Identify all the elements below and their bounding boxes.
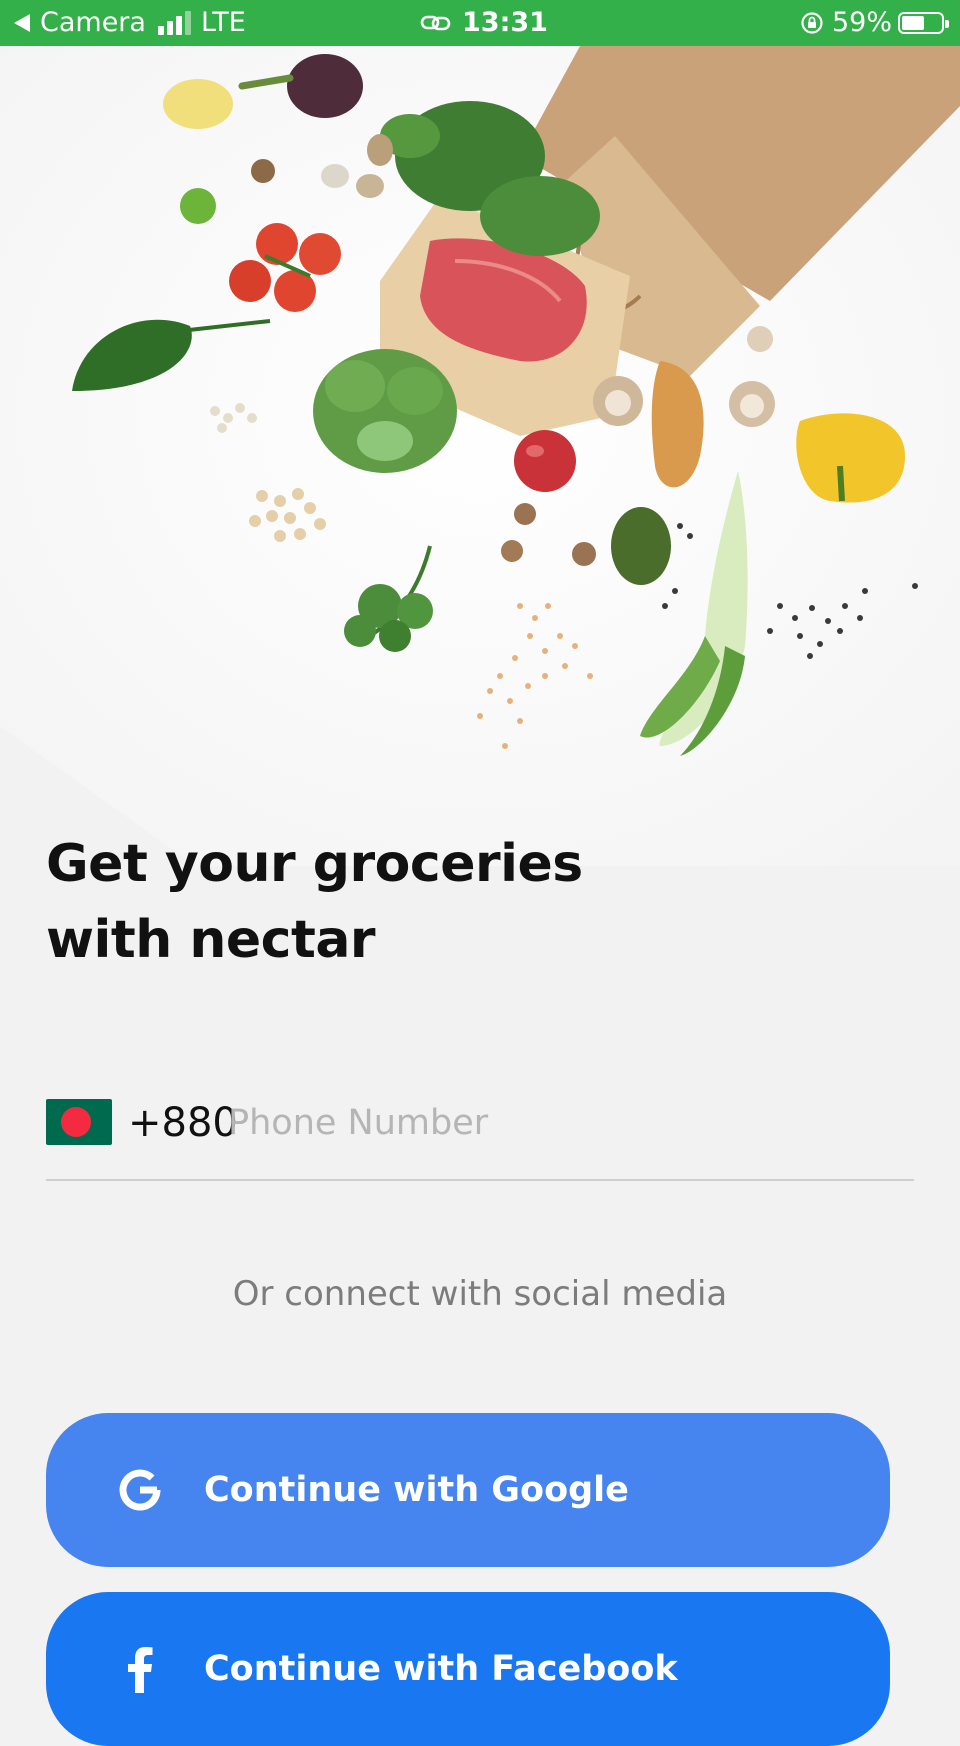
- battery-icon: [898, 11, 949, 34]
- google-button-label: Continue with Google: [204, 1470, 629, 1510]
- back-app-label[interactable]: Camera: [40, 7, 146, 38]
- back-arrow-icon[interactable]: [14, 13, 30, 32]
- hero-image: [0, 46, 960, 866]
- social-media-label: Or connect with social media: [232, 1274, 728, 1314]
- lime: [180, 188, 216, 224]
- signal-icon: [157, 10, 191, 35]
- apple: [514, 430, 576, 492]
- lemon: [163, 79, 233, 129]
- network-label: LTE: [200, 7, 246, 38]
- orientation-lock-icon: [801, 11, 823, 34]
- country-code[interactable]: +880: [128, 1100, 238, 1146]
- page-title: Get your groceries with nectar: [46, 826, 646, 978]
- clock: 13:31: [462, 7, 548, 38]
- tomatoes: [256, 223, 298, 265]
- status-right: 59%: [800, 7, 949, 38]
- phone-input-underline: [46, 1179, 914, 1181]
- status-bar: Camera LTE 13:31 59%: [0, 0, 960, 46]
- status-center: 13:31: [420, 7, 548, 38]
- link-icon: [420, 15, 451, 30]
- google-icon: [116, 1466, 164, 1514]
- title-line-1: Get your groceries: [46, 834, 583, 894]
- status-left: Camera LTE: [14, 7, 246, 38]
- bangladesh-flag-icon[interactable]: [46, 1099, 112, 1145]
- battery-percent: 59%: [831, 7, 892, 38]
- continue-with-google-button[interactable]: Continue with Google: [46, 1413, 890, 1567]
- phone-number-row: +880: [46, 1096, 914, 1181]
- facebook-icon: [116, 1645, 164, 1693]
- phone-number-input[interactable]: [228, 1096, 828, 1150]
- facebook-button-label: Continue with Facebook: [204, 1649, 678, 1689]
- eggplant: [287, 54, 363, 118]
- avocado: [611, 507, 671, 585]
- title-line-2: with nectar: [46, 910, 376, 970]
- yellow-pepper: [796, 413, 905, 503]
- continue-with-facebook-button[interactable]: Continue with Facebook: [46, 1592, 890, 1746]
